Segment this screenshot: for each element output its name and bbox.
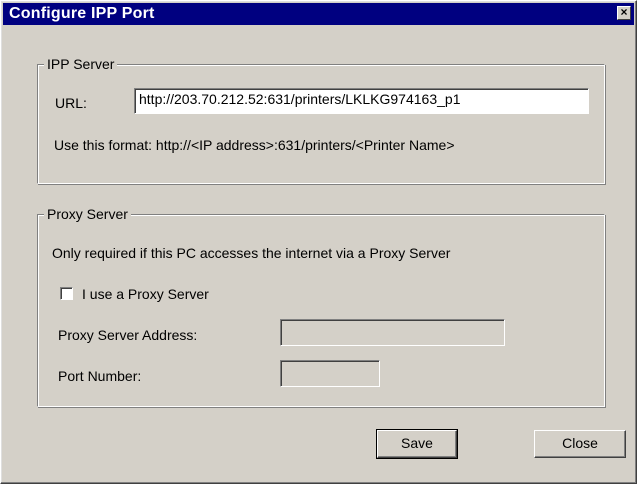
ipp-server-group: IPP Server: [37, 56, 605, 184]
url-label: URL:: [55, 95, 87, 111]
ipp-server-group-label: IPP Server: [44, 56, 118, 72]
configure-ipp-port-dialog: Configure IPP Port × IPP Server URL: htt…: [0, 0, 637, 484]
close-icon[interactable]: ×: [617, 6, 631, 20]
use-proxy-label[interactable]: I use a Proxy Server: [82, 286, 209, 302]
proxy-note: Only required if this PC accesses the in…: [52, 245, 451, 261]
url-input[interactable]: http://203.70.212.52:631/printers/LKLKG9…: [134, 88, 589, 114]
proxy-address-input[interactable]: [280, 319, 505, 346]
window-title: Configure IPP Port: [9, 5, 155, 22]
port-number-input[interactable]: [280, 360, 380, 387]
close-button[interactable]: Close: [534, 430, 626, 458]
port-number-label: Port Number:: [58, 368, 142, 384]
url-format-hint: Use this format: http://<IP address>:631…: [54, 137, 455, 153]
title-bar[interactable]: Configure IPP Port ×: [3, 3, 634, 25]
save-button[interactable]: Save: [376, 429, 458, 459]
proxy-address-label: Proxy Server Address:: [58, 327, 198, 343]
use-proxy-checkbox[interactable]: [60, 287, 73, 300]
proxy-server-group-label: Proxy Server: [44, 206, 131, 222]
